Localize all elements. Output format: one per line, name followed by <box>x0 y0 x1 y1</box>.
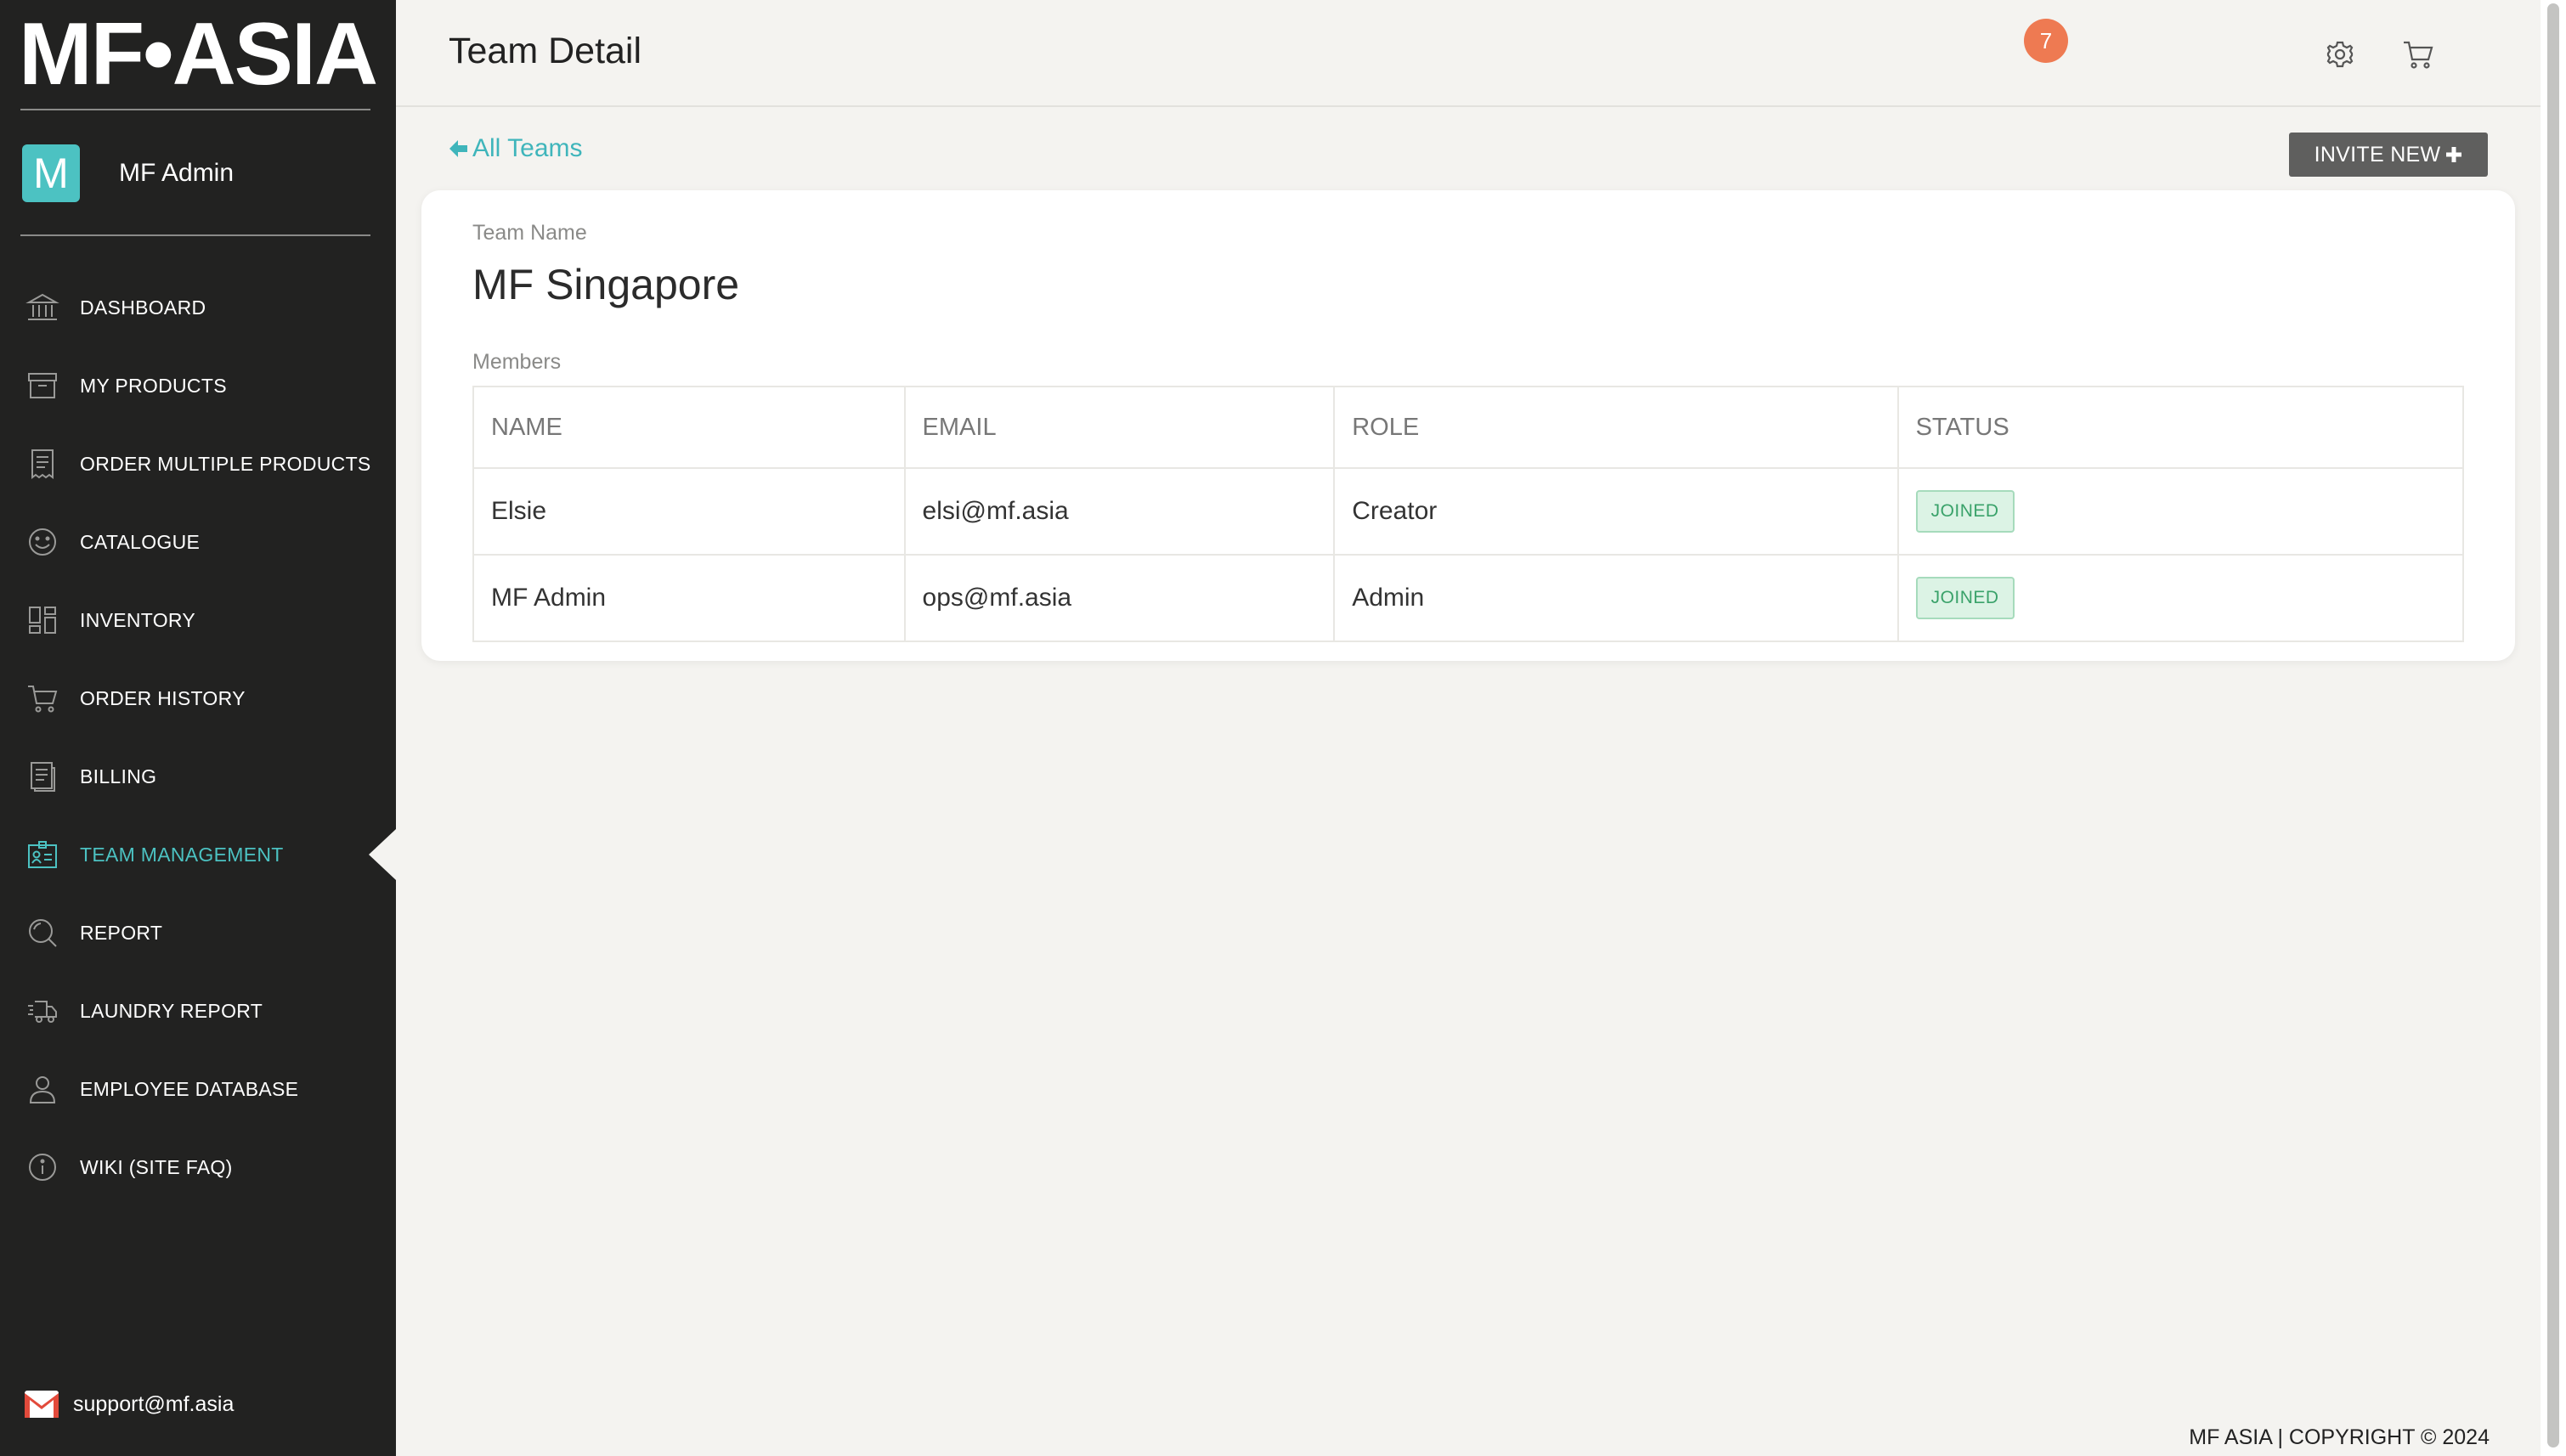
page-title: Team Detail <box>449 31 642 71</box>
column-header-role: ROLE <box>1333 386 1899 469</box>
status-badge: JOINED <box>1915 577 2015 619</box>
magnifier-icon <box>25 916 59 950</box>
sidebar-item-employee-database[interactable]: EMPLOYEE DATABASE <box>0 1050 396 1128</box>
top-header: Team Detail <box>396 0 2541 107</box>
sidebar-item-label: ORDER HISTORY <box>80 686 246 709</box>
table-header-row: NAME EMAIL ROLE STATUS <box>472 386 2465 469</box>
cart-icon[interactable] <box>2401 37 2437 71</box>
support-email: support@mf.asia <box>73 1391 235 1416</box>
sidebar-item-team-management[interactable]: TEAM MANAGEMENT <box>0 815 396 894</box>
sidebar-item-label: ORDER MULTIPLE PRODUCTS <box>80 452 371 475</box>
all-teams-label: All Teams <box>472 134 583 162</box>
delivery-truck-icon <box>25 994 59 1028</box>
smiley-icon <box>25 525 59 559</box>
sidebar-item-dashboard[interactable]: DASHBOARD <box>0 268 396 347</box>
sidebar-item-label: MY PRODUCTS <box>80 374 227 397</box>
sidebar-item-wiki[interactable]: WIKI (SITE FAQ) <box>0 1128 396 1206</box>
sidebar-item-laundry-report[interactable]: LAUNDRY REPORT <box>0 972 396 1050</box>
footer-copyright: MF ASIA | COPYRIGHT © 2024 <box>2189 1425 2490 1449</box>
sidebar-item-label: WIKI (SITE FAQ) <box>80 1155 233 1178</box>
column-header-status: STATUS <box>1896 386 2465 469</box>
invite-new-button[interactable]: INVITE NEW <box>2289 133 2488 177</box>
column-header-email: EMAIL <box>903 386 1336 469</box>
sidebar-item-billing[interactable]: BILLING <box>0 737 396 815</box>
member-status-cell: JOINED <box>1896 467 2465 556</box>
archive-box-icon <box>25 369 59 403</box>
sidebar-item-label: CATALOGUE <box>80 530 201 553</box>
members-table: NAME EMAIL ROLE STATUS Elsie elsi@mf.asi… <box>472 386 2465 642</box>
all-teams-link[interactable]: All Teams <box>447 134 583 163</box>
invite-new-label: INVITE NEW <box>2314 142 2441 166</box>
sidebar-divider <box>20 109 370 110</box>
cart-icon <box>25 681 59 715</box>
sidebar-item-my-products[interactable]: MY PRODUCTS <box>0 347 396 425</box>
member-role: Creator <box>1333 467 1899 556</box>
sidebar-nav: DASHBOARD MY PRODUCTS ORDER MULTIPLE PRO… <box>0 268 396 1206</box>
sidebar-item-label: LAUNDRY REPORT <box>80 999 263 1022</box>
sidebar-divider <box>20 234 370 236</box>
member-email: ops@mf.asia <box>903 554 1336 642</box>
sidebar-item-label: BILLING <box>80 765 157 787</box>
sidebar-item-inventory[interactable]: INVENTORY <box>0 581 396 659</box>
sidebar-item-report[interactable]: REPORT <box>0 894 396 972</box>
member-name: Elsie <box>472 467 906 556</box>
column-header-name: NAME <box>472 386 906 469</box>
members-label: Members <box>472 350 562 374</box>
sidebar-item-order-multiple-products[interactable]: ORDER MULTIPLE PRODUCTS <box>0 425 396 503</box>
sidebar-item-label: REPORT <box>80 921 163 944</box>
status-badge: JOINED <box>1915 490 2015 533</box>
team-name: MF Singapore <box>472 261 740 308</box>
vertical-scrollbar[interactable] <box>2541 0 2566 1456</box>
grid-layout-icon <box>25 603 59 637</box>
member-role: Admin <box>1333 554 1899 642</box>
table-row[interactable]: MF Admin ops@mf.asia Admin JOINED <box>472 554 2465 642</box>
sidebar-item-catalogue[interactable]: CATALOGUE <box>0 503 396 581</box>
sidebar-item-label: INVENTORY <box>80 608 196 631</box>
receipt-icon <box>25 447 59 481</box>
support-email-link[interactable]: support@mf.asia <box>24 1390 234 1419</box>
avatar: M <box>22 144 80 202</box>
sidebar-item-order-history[interactable]: ORDER HISTORY <box>0 659 396 737</box>
member-email: elsi@mf.asia <box>903 467 1336 556</box>
sidebar: MF•ASIA M MF Admin DASHBOARD MY PRODUCTS… <box>0 0 396 1456</box>
sidebar-item-label: TEAM MANAGEMENT <box>80 843 284 866</box>
table-row[interactable]: Elsie elsi@mf.asia Creator JOINED <box>472 467 2465 556</box>
plus-icon <box>2446 147 2462 162</box>
gear-icon[interactable] <box>2323 37 2357 71</box>
brand-logo[interactable]: MF•ASIA <box>19 7 378 102</box>
member-status-cell: JOINED <box>1896 554 2465 642</box>
document-icon <box>25 759 59 793</box>
member-name: MF Admin <box>472 554 906 642</box>
sidebar-item-label: EMPLOYEE DATABASE <box>80 1077 299 1100</box>
bank-icon <box>25 291 59 324</box>
person-icon <box>25 1072 59 1106</box>
arrow-left-icon <box>449 140 467 157</box>
scrollbar-thumb[interactable] <box>2547 3 2559 1448</box>
gmail-icon <box>24 1390 59 1419</box>
cart-count-badge[interactable]: 7 <box>2024 19 2068 63</box>
id-card-icon <box>25 838 59 872</box>
sidebar-item-label: DASHBOARD <box>80 296 206 319</box>
team-name-label: Team Name <box>472 221 587 245</box>
info-circle-icon <box>25 1150 59 1184</box>
user-profile[interactable]: M MF Admin <box>22 144 234 202</box>
team-detail-card: Team Name MF Singapore Members NAME EMAI… <box>421 190 2515 661</box>
user-name: MF Admin <box>119 159 235 187</box>
